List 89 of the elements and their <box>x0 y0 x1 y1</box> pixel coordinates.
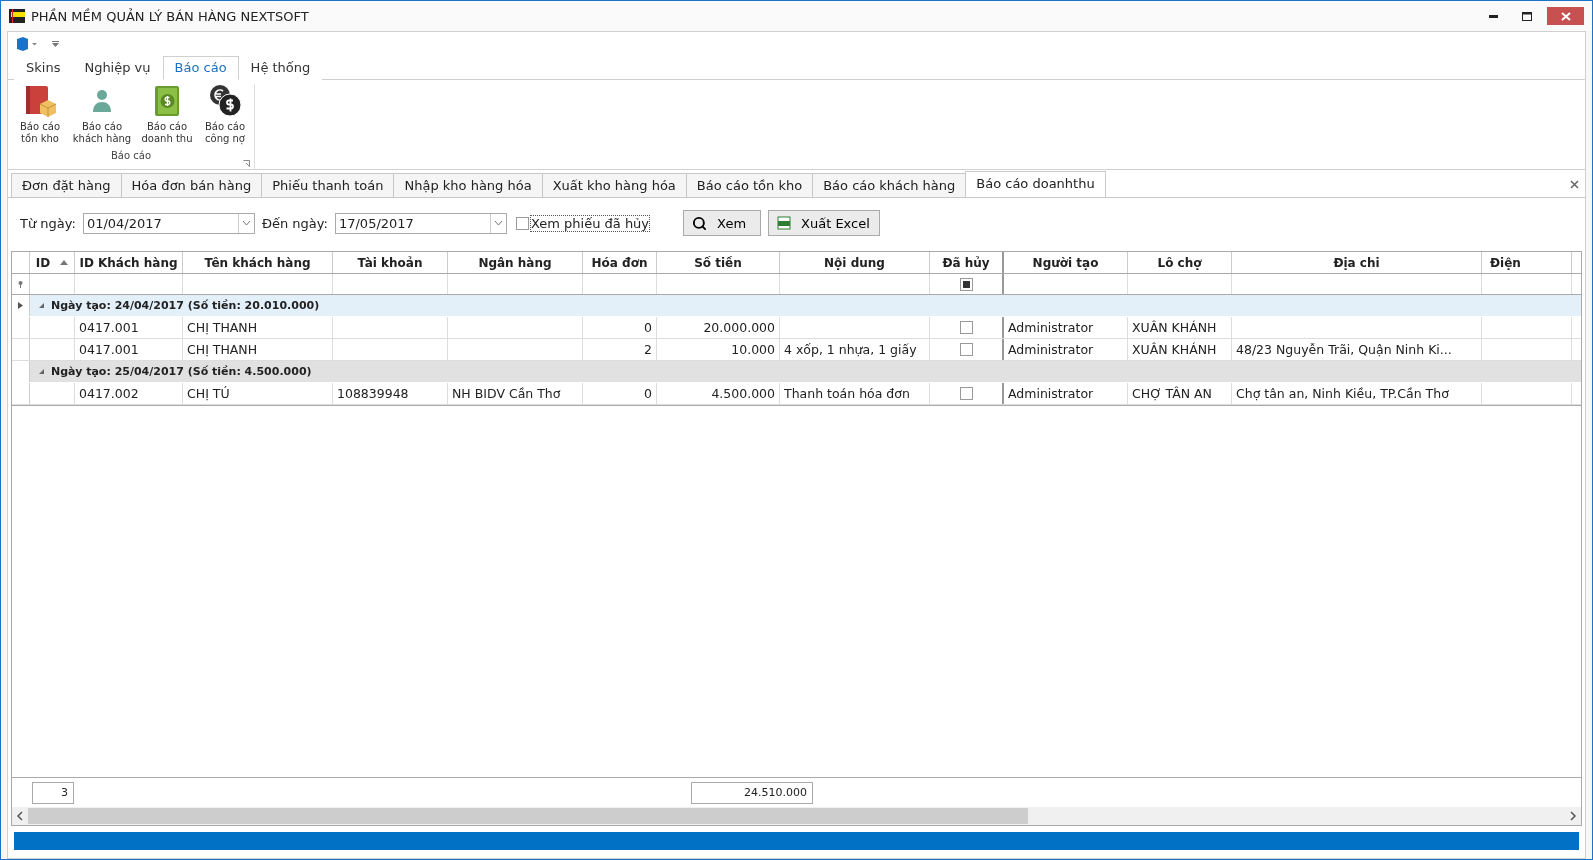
scrollbar-thumb[interactable] <box>28 808 1028 824</box>
date-field[interactable]: 01/04/2017 <box>82 212 255 234</box>
count-summary: 3 <box>32 781 74 804</box>
customize-icon[interactable] <box>52 41 59 47</box>
caret-icon[interactable] <box>241 220 251 226</box>
table-cell: Administrator <box>1004 317 1128 338</box>
column-header[interactable]: Tài khoản <box>333 252 448 273</box>
column-header[interactable]: Tên khách hàng <box>183 252 333 273</box>
table-cell: 10.000 <box>657 339 780 360</box>
table-cell: CHỊ TÚ <box>183 383 333 404</box>
ribbon-button[interactable]: Báo cáo khách hàng <box>70 84 134 145</box>
ribbon-button[interactable]: Báo cáo tồn kho <box>12 84 68 145</box>
document-tab[interactable]: Nhập kho hàng hóa <box>393 173 543 197</box>
document-tab[interactable]: Phiếu thanh toán <box>261 173 395 197</box>
checkbox[interactable] <box>959 321 973 334</box>
table-cell: 0417.001 <box>75 339 183 360</box>
table-cell: 20.000.000 <box>657 317 780 338</box>
document-tab[interactable]: Báo cáo doanhthu <box>965 171 1106 197</box>
table-cell: CHỊ THANH <box>183 339 333 360</box>
document-tab[interactable]: Hóa đơn bán hàng <box>120 173 263 197</box>
ribbon-group-title: Báo cáo <box>110 150 152 161</box>
table-cell: 0 <box>583 383 657 404</box>
document-tab[interactable]: Đơn đặt hàng <box>11 173 122 197</box>
document-tab[interactable]: Báo cáo khách hàng <box>812 173 967 197</box>
view-button[interactable]: Xem <box>683 210 762 236</box>
column-header[interactable]: Ngân hàng <box>448 252 583 273</box>
column-header[interactable]: Hóa đơn <box>583 252 657 273</box>
checkbox[interactable] <box>515 216 529 230</box>
table-cell: 4.500.000 <box>657 383 780 404</box>
office-icon[interactable] <box>16 37 38 51</box>
collapse-icon[interactable] <box>38 302 45 309</box>
table-cell: 2 <box>583 339 657 360</box>
document-tab[interactable]: Báo cáo tồn kho <box>685 173 814 197</box>
table-cell: 4 xốp, 1 nhựa, 1 giấy <box>780 339 930 360</box>
table-cell: Administrator <box>1004 383 1128 404</box>
table-cell: 48/23 Nguyễn Trãi, Quận Ninh Ki... <box>1232 339 1482 360</box>
search-icon <box>692 215 708 231</box>
app-icon <box>9 9 25 23</box>
close-icon <box>1560 11 1571 21</box>
filter-checkbox[interactable] <box>959 277 973 291</box>
total-summary: 24.510.000 <box>691 781 813 804</box>
maximize-icon <box>1522 11 1532 21</box>
scroll-left-icon[interactable] <box>16 811 24 821</box>
scroll-right-icon[interactable] <box>1569 811 1577 821</box>
column-header[interactable]: Địa chi <box>1232 252 1482 273</box>
table-cell: 108839948 <box>333 383 448 404</box>
column-header[interactable]: ID Khách hàng <box>75 252 183 273</box>
field-label: Đến ngày: <box>261 215 328 231</box>
table-cell: 0417.001 <box>75 317 183 338</box>
close-icon[interactable] <box>1570 180 1579 189</box>
ribbon-button[interactable]: Báo cáo công nợ <box>200 84 250 145</box>
column-header[interactable]: Số tiền <box>657 252 780 273</box>
dialog-launcher-icon[interactable] <box>243 160 250 167</box>
window-title: PHẦN MỀM QUẢN LÝ BÁN HÀNG NEXTSOFT <box>31 8 310 24</box>
filter-row-icon <box>18 280 23 288</box>
export-excel-button[interactable]: Xuất Excel <box>768 210 881 236</box>
collapse-icon[interactable] <box>38 368 45 375</box>
column-header[interactable]: Lô chợ <box>1128 252 1232 273</box>
date-field[interactable]: 17/05/2017 <box>334 212 507 234</box>
table-cell: CHỢ TÂN AN <box>1128 383 1232 404</box>
field-label: Từ ngày: <box>20 215 76 231</box>
table-cell: XUÂN KHÁNH <box>1128 339 1232 360</box>
table-cell: Administrator <box>1004 339 1128 360</box>
ribbon-tab[interactable]: Báo cáo <box>162 56 239 80</box>
close-button[interactable] <box>1547 7 1584 25</box>
row-indicator-icon[interactable] <box>17 302 24 309</box>
checkbox-label[interactable]: Xem phiếu đã hủy <box>529 214 651 232</box>
column-header[interactable]: ID <box>30 252 75 273</box>
table-cell: XUÂN KHÁNH <box>1128 317 1232 338</box>
table-cell: NH BIDV Cần Thơ <box>448 383 583 404</box>
table-cell: CHỊ THANH <box>183 317 333 338</box>
column-header[interactable]: Điện <box>1482 252 1572 273</box>
table-cell: Chợ tân an, Ninh Kiều, TP.Cần Thơ <box>1232 383 1482 404</box>
column-header[interactable]: Nội dung <box>780 252 930 273</box>
column-header[interactable]: Người tạo <box>1004 252 1128 273</box>
group-row[interactable]: Ngày tạo: 25/04/2017 (Số tiền: 4.500.000) <box>30 361 1581 382</box>
ribbon-button[interactable]: Báo cáo doanh thu <box>136 84 198 145</box>
group-row[interactable]: Ngày tạo: 24/04/2017 (Số tiền: 20.010.000) <box>30 295 1581 316</box>
coins-icon <box>207 84 243 118</box>
book-box-icon <box>23 84 57 118</box>
caret-icon[interactable] <box>493 220 503 226</box>
table-cell: 0 <box>583 317 657 338</box>
table-cell: 0417.002 <box>75 383 183 404</box>
minimize-icon <box>1488 14 1498 18</box>
checkbox[interactable] <box>959 343 973 356</box>
document-tab[interactable]: Xuất kho hàng hóa <box>541 173 687 197</box>
checkbox[interactable] <box>959 387 973 400</box>
table-cell: Thanh toán hóa đơn <box>780 383 930 404</box>
spreadsheet-icon <box>777 216 792 230</box>
